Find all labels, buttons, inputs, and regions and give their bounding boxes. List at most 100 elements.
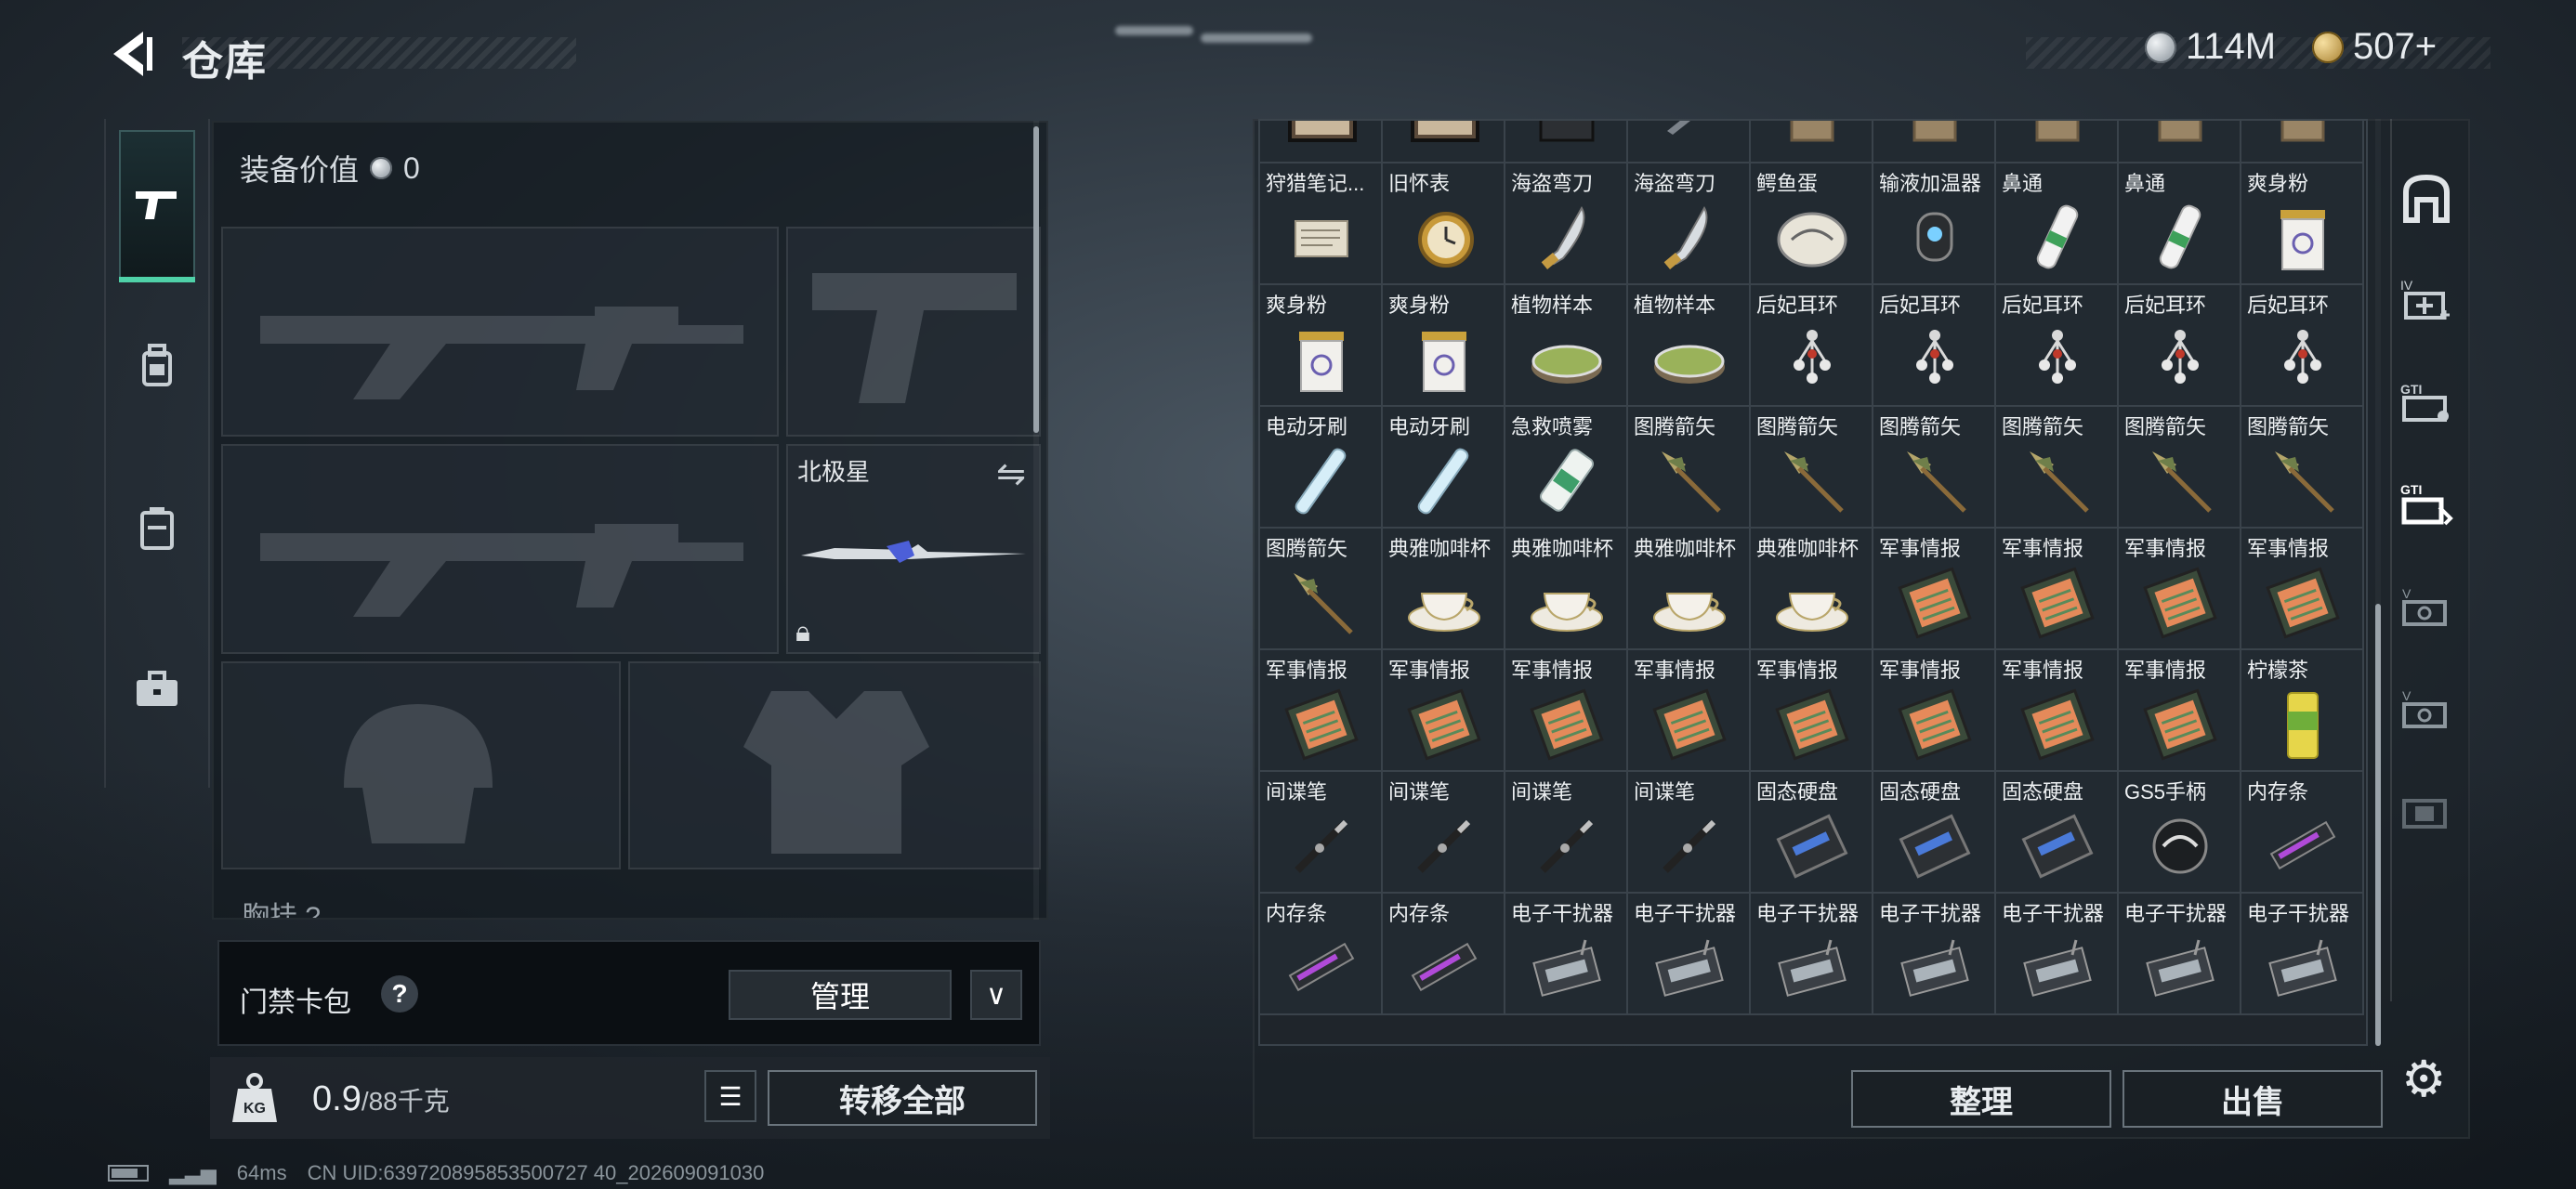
stash-item[interactable]: 输液加温器 [1873, 163, 1996, 285]
stash-item[interactable] [1996, 121, 2119, 163]
list-view-button[interactable]: ☰ [704, 1070, 756, 1122]
stash-item[interactable]: 海盗弯刀 [1505, 163, 1628, 285]
stash-item[interactable]: 内存条 [1383, 894, 1505, 1015]
stash-item[interactable]: 急救喷雾 [1505, 407, 1628, 529]
stash-item[interactable]: 间谍笔 [1505, 772, 1628, 894]
stash-item[interactable]: 军事情报 [1996, 650, 2119, 772]
stash-item[interactable]: 鳄鱼蛋 [1751, 163, 1873, 285]
stash-item[interactable]: 鼻通 [1996, 163, 2119, 285]
manage-button[interactable]: 管理 [729, 970, 952, 1020]
gold-currency[interactable]: 507+ [2312, 26, 2437, 68]
stash-item[interactable]: 电动牙刷 [1383, 407, 1505, 529]
stash-item[interactable]: 植物样本 [1628, 285, 1751, 407]
stash-item[interactable]: 电子干扰器 [2119, 894, 2241, 1015]
stash-item[interactable]: 后妃耳环 [2119, 285, 2241, 407]
stash-item[interactable]: 植物样本 [1505, 285, 1628, 407]
stash-item[interactable]: 典雅咖啡杯 [1628, 529, 1751, 650]
stash-item[interactable] [1873, 121, 1996, 163]
stash-item[interactable]: 电子干扰器 [1996, 894, 2119, 1015]
stash-item[interactable]: 电子干扰器 [1628, 894, 1751, 1015]
back-button[interactable] [102, 26, 158, 82]
armor-slot[interactable] [628, 661, 1041, 869]
stash-item[interactable]: 图腾箭矢 [1996, 407, 2119, 529]
stash-item[interactable]: 后妃耳环 [1751, 285, 1873, 407]
rail-tab-v2[interactable]: V [2392, 658, 2461, 760]
stash-item[interactable]: 图腾箭矢 [1751, 407, 1873, 529]
tab-backpack[interactable] [119, 292, 195, 440]
swap-icon[interactable]: ⇋ [996, 453, 1026, 495]
stash-item[interactable] [1628, 121, 1751, 163]
helmet-slot[interactable] [221, 661, 621, 869]
stash-item[interactable]: 军事情报 [1628, 650, 1751, 772]
stash-item[interactable]: 军事情报 [1996, 529, 2119, 650]
stash-item[interactable]: 后妃耳环 [2241, 285, 2364, 407]
equipment-scroll-thumb[interactable] [1033, 126, 1039, 433]
stash-item[interactable]: 电子干扰器 [2241, 894, 2364, 1015]
stash-item[interactable]: 军事情报 [1873, 650, 1996, 772]
stash-item[interactable]: 固态硬盘 [1751, 772, 1873, 894]
stash-item[interactable]: 固态硬盘 [1996, 772, 2119, 894]
pistol-slot[interactable] [786, 227, 1041, 437]
rail-tab-iv[interactable]: IV [2392, 249, 2461, 351]
stash-item[interactable]: 图腾箭矢 [1260, 529, 1383, 650]
stash-item[interactable]: 典雅咖啡杯 [1383, 529, 1505, 650]
primary-weapon-slot[interactable] [221, 227, 779, 437]
tab-toolbox[interactable] [119, 615, 195, 764]
stash-item[interactable]: 军事情报 [2119, 529, 2241, 650]
rail-tab-locked[interactable] [2392, 760, 2461, 862]
silver-currency[interactable]: 114M [2145, 26, 2276, 68]
stash-item[interactable] [1383, 121, 1505, 163]
stash-item[interactable]: 间谍笔 [1383, 772, 1505, 894]
stash-item[interactable]: 军事情报 [2241, 529, 2364, 650]
stash-item[interactable]: 图腾箭矢 [2119, 407, 2241, 529]
stash-item[interactable] [1505, 121, 1628, 163]
secondary-weapon-slot[interactable] [221, 444, 779, 654]
stash-item[interactable]: 图腾箭矢 [2241, 407, 2364, 529]
chevron-down-icon[interactable]: ∨ [970, 970, 1022, 1020]
stash-scroll-thumb[interactable] [2375, 604, 2381, 1046]
stash-item[interactable]: 军事情报 [1260, 650, 1383, 772]
stash-item[interactable]: 内存条 [1260, 894, 1383, 1015]
stash-item[interactable] [1260, 121, 1383, 163]
help-icon[interactable]: ? [381, 975, 418, 1013]
stash-item[interactable]: 军事情报 [1873, 529, 1996, 650]
stash-item[interactable]: 间谍笔 [1260, 772, 1383, 894]
melee-slot[interactable]: 北极星 ⇋ 🔒︎ [786, 444, 1041, 654]
stash-item[interactable]: 海盗弯刀 [1628, 163, 1751, 285]
rail-tab-main[interactable] [2392, 147, 2461, 249]
stash-item[interactable]: 爽身粉 [1383, 285, 1505, 407]
stash-item[interactable]: 后妃耳环 [1873, 285, 1996, 407]
stash-item[interactable]: 典雅咖啡杯 [1505, 529, 1628, 650]
stash-item[interactable]: 旧怀表 [1383, 163, 1505, 285]
stash-item[interactable]: 电子干扰器 [1751, 894, 1873, 1015]
sort-button[interactable]: 整理 [1851, 1070, 2111, 1128]
stash-item[interactable]: 图腾箭矢 [1873, 407, 1996, 529]
stash-item[interactable]: 军事情报 [2119, 650, 2241, 772]
stash-item[interactable]: 军事情报 [1505, 650, 1628, 772]
rail-tab-gti-selected[interactable]: GTI [2392, 453, 2461, 555]
stash-item[interactable] [2119, 121, 2241, 163]
stash-item[interactable]: 电子干扰器 [1873, 894, 1996, 1015]
sell-button[interactable]: 出售 [2123, 1070, 2383, 1128]
tab-weapons[interactable] [119, 130, 195, 282]
rail-tab-v1[interactable]: V [2392, 555, 2461, 658]
settings-gear-icon[interactable]: ⚙ [2401, 1050, 2446, 1108]
stash-item[interactable]: 狩猎笔记... [1260, 163, 1383, 285]
stash-item[interactable] [2241, 121, 2364, 163]
stash-item[interactable]: 典雅咖啡杯 [1751, 529, 1873, 650]
stash-item[interactable]: 后妃耳环 [1996, 285, 2119, 407]
stash-item[interactable]: 爽身粉 [2241, 163, 2364, 285]
stash-item[interactable]: 内存条 [2241, 772, 2364, 894]
stash-item[interactable]: GS5手柄 [2119, 772, 2241, 894]
stash-item[interactable]: 电动牙刷 [1260, 407, 1383, 529]
stash-item[interactable]: 固态硬盘 [1873, 772, 1996, 894]
stash-item[interactable]: 爽身粉 [1260, 285, 1383, 407]
stash-item[interactable]: 电子干扰器 [1505, 894, 1628, 1015]
rail-tab-gti[interactable]: GTI [2392, 351, 2461, 453]
stash-item[interactable]: 间谍笔 [1628, 772, 1751, 894]
transfer-all-button[interactable]: 转移全部 [768, 1070, 1037, 1126]
stash-item[interactable]: 图腾箭矢 [1628, 407, 1751, 529]
tab-case[interactable] [119, 453, 195, 602]
stash-item[interactable]: 柠檬茶 [2241, 650, 2364, 772]
stash-item[interactable]: 军事情报 [1751, 650, 1873, 772]
